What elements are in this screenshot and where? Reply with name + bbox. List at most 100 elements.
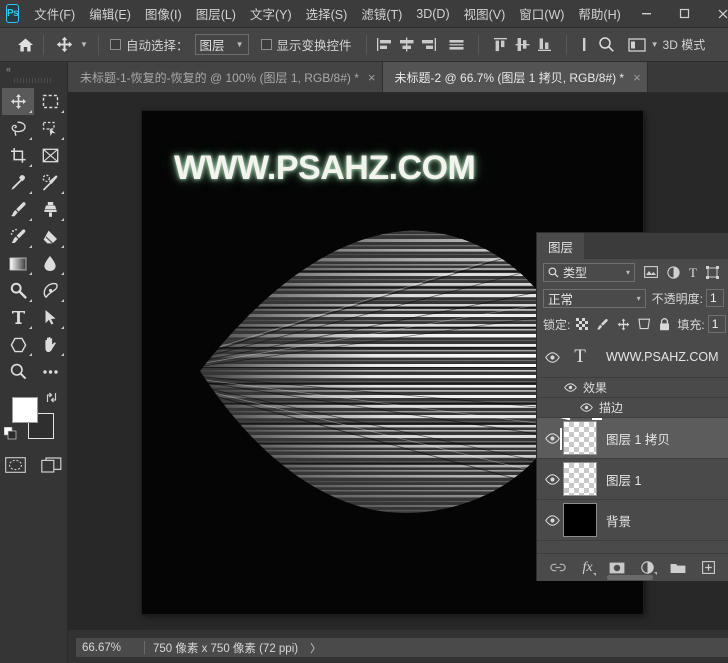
move-tool-icon[interactable] — [51, 33, 77, 57]
eraser-tool[interactable] — [34, 223, 66, 250]
lock-all-icon[interactable] — [659, 317, 670, 331]
link-layers-icon[interactable] — [550, 562, 567, 573]
path-selection-tool[interactable] — [34, 304, 66, 331]
menu-help[interactable]: 帮助(H) — [571, 0, 627, 27]
arrange-caret-icon[interactable]: ▼ — [648, 34, 662, 56]
menu-edit[interactable]: 编辑(E) — [82, 0, 138, 27]
arrange-documents-icon[interactable] — [626, 34, 648, 56]
menu-select[interactable]: 选择(S) — [299, 0, 355, 27]
move-tool[interactable] — [2, 88, 34, 115]
align-right-icon[interactable] — [418, 34, 440, 56]
toolbar-grip[interactable] — [14, 76, 53, 85]
new-group-icon[interactable] — [670, 562, 686, 574]
brush-tool[interactable] — [2, 196, 34, 223]
adjustment-filter-icon[interactable] — [667, 265, 680, 279]
layer-thumbnail[interactable] — [563, 462, 597, 496]
zoom-tool[interactable] — [2, 358, 34, 385]
opacity-input[interactable]: 1 — [706, 289, 724, 307]
layer-thumbnail[interactable] — [563, 503, 597, 537]
distribute-h-icon[interactable] — [446, 34, 468, 56]
lasso-tool[interactable] — [2, 115, 34, 142]
align-left-icon[interactable] — [374, 34, 396, 56]
foreground-color-swatch[interactable] — [12, 397, 38, 423]
lock-position-icon[interactable] — [617, 318, 630, 331]
minimize-button[interactable] — [628, 0, 666, 28]
show-transform-checkbox[interactable] — [260, 39, 272, 50]
document-tab-2[interactable]: 未标题-2 @ 66.7% (图层 1 拷贝, RGB/8#) * × — [382, 62, 648, 92]
rectangular-marquee-tool[interactable] — [34, 88, 66, 115]
history-brush-tool[interactable] — [2, 223, 34, 250]
more-options-icon[interactable] — [574, 34, 596, 56]
layer-effects-group-row[interactable]: 效果 — [537, 378, 728, 398]
menu-layer[interactable]: 图层(L) — [189, 0, 243, 27]
new-adjustment-layer-icon[interactable] — [640, 561, 657, 575]
document-tab-1-close-icon[interactable]: × — [368, 71, 376, 84]
clone-stamp-tool[interactable] — [34, 196, 66, 223]
layer-filter-dropdown[interactable]: 类型 ▾ — [543, 262, 635, 282]
auto-select-dropdown[interactable]: 图层 ▼ — [194, 34, 249, 55]
tool-preset-caret-icon[interactable]: ▼ — [77, 34, 91, 56]
lock-image-pixels-icon[interactable] — [596, 318, 609, 331]
effects-visibility-toggle[interactable] — [561, 383, 579, 392]
pen-tool[interactable] — [34, 277, 66, 304]
lock-artboard-icon[interactable] — [638, 318, 651, 330]
maximize-button[interactable] — [666, 0, 704, 28]
zoom-level[interactable]: 66.67% — [82, 642, 136, 654]
mode-3d-label[interactable]: 3D 模式 — [663, 36, 706, 53]
dodge-tool[interactable] — [2, 277, 34, 304]
swap-colors-icon[interactable] — [45, 391, 58, 404]
layers-panel-scrollbar[interactable] — [607, 575, 653, 580]
lock-transparent-pixels-icon[interactable] — [576, 318, 589, 330]
layer-visibility-toggle[interactable] — [541, 351, 563, 363]
pixel-filter-icon[interactable] — [644, 266, 658, 278]
fill-input[interactable]: 1 — [707, 315, 726, 333]
collapse-chevrons-icon[interactable]: « — [0, 62, 67, 76]
menu-3d[interactable]: 3D(D) — [409, 3, 456, 25]
frame-tool[interactable] — [34, 142, 66, 169]
menu-filter[interactable]: 滤镜(T) — [354, 0, 409, 27]
layer-visibility-toggle[interactable] — [541, 514, 563, 526]
close-button[interactable] — [704, 0, 728, 28]
blur-tool[interactable] — [34, 250, 66, 277]
text-layer-thumbnail[interactable]: T — [563, 346, 597, 368]
blend-mode-dropdown[interactable]: 正常 ▾ — [543, 288, 646, 308]
menu-file[interactable]: 文件(F) — [27, 0, 82, 27]
align-middle-v-icon[interactable] — [512, 34, 534, 56]
gradient-tool[interactable] — [2, 250, 34, 277]
search-icon[interactable] — [596, 34, 618, 56]
shape-tool[interactable] — [2, 331, 34, 358]
menu-image[interactable]: 图像(I) — [138, 0, 189, 27]
tab-layers[interactable]: 图层 — [537, 233, 585, 259]
new-layer-icon[interactable] — [701, 561, 715, 574]
default-colors-icon[interactable] — [4, 427, 17, 440]
layer-row-background[interactable]: 背景 — [537, 500, 728, 541]
crop-tool[interactable] — [2, 142, 34, 169]
effect-stroke-visibility-toggle[interactable] — [577, 403, 595, 412]
layer-visibility-toggle[interactable] — [541, 432, 563, 444]
status-expand-icon[interactable]: 〉 — [310, 640, 321, 656]
layer-row-layer1[interactable]: 图层 1 — [537, 459, 728, 500]
align-center-h-icon[interactable] — [396, 34, 418, 56]
horizontal-type-tool[interactable] — [2, 304, 34, 331]
align-bottom-icon[interactable] — [534, 34, 556, 56]
add-layer-style-icon[interactable]: fx — [582, 560, 596, 576]
healing-brush-tool[interactable] — [34, 169, 66, 196]
menu-window[interactable]: 窗口(W) — [512, 0, 571, 27]
layer-thumbnail[interactable] — [563, 421, 597, 455]
layer-visibility-toggle[interactable] — [541, 473, 563, 485]
eyedropper-tool[interactable] — [2, 169, 34, 196]
menu-view[interactable]: 视图(V) — [457, 0, 513, 27]
menu-type[interactable]: 文字(Y) — [243, 0, 299, 27]
shape-filter-icon[interactable] — [705, 265, 719, 279]
add-layer-mask-icon[interactable] — [609, 562, 625, 574]
layer-row-layer1-copy[interactable]: 图层 1 拷贝 — [537, 418, 728, 459]
document-tab-2-close-icon[interactable]: × — [633, 71, 641, 84]
quick-mask-icon[interactable] — [4, 455, 28, 475]
screen-mode-icon[interactable] — [40, 455, 64, 475]
home-icon[interactable] — [14, 34, 36, 56]
hand-tool[interactable] — [34, 331, 66, 358]
edit-toolbar-tool[interactable] — [34, 358, 66, 385]
layer-effect-stroke-row[interactable]: 描边 — [537, 398, 728, 418]
document-tab-1[interactable]: 未标题-1-恢复的-恢复的 @ 100% (图层 1, RGB/8#) * × — [68, 62, 383, 92]
quick-selection-tool[interactable] — [34, 115, 66, 142]
